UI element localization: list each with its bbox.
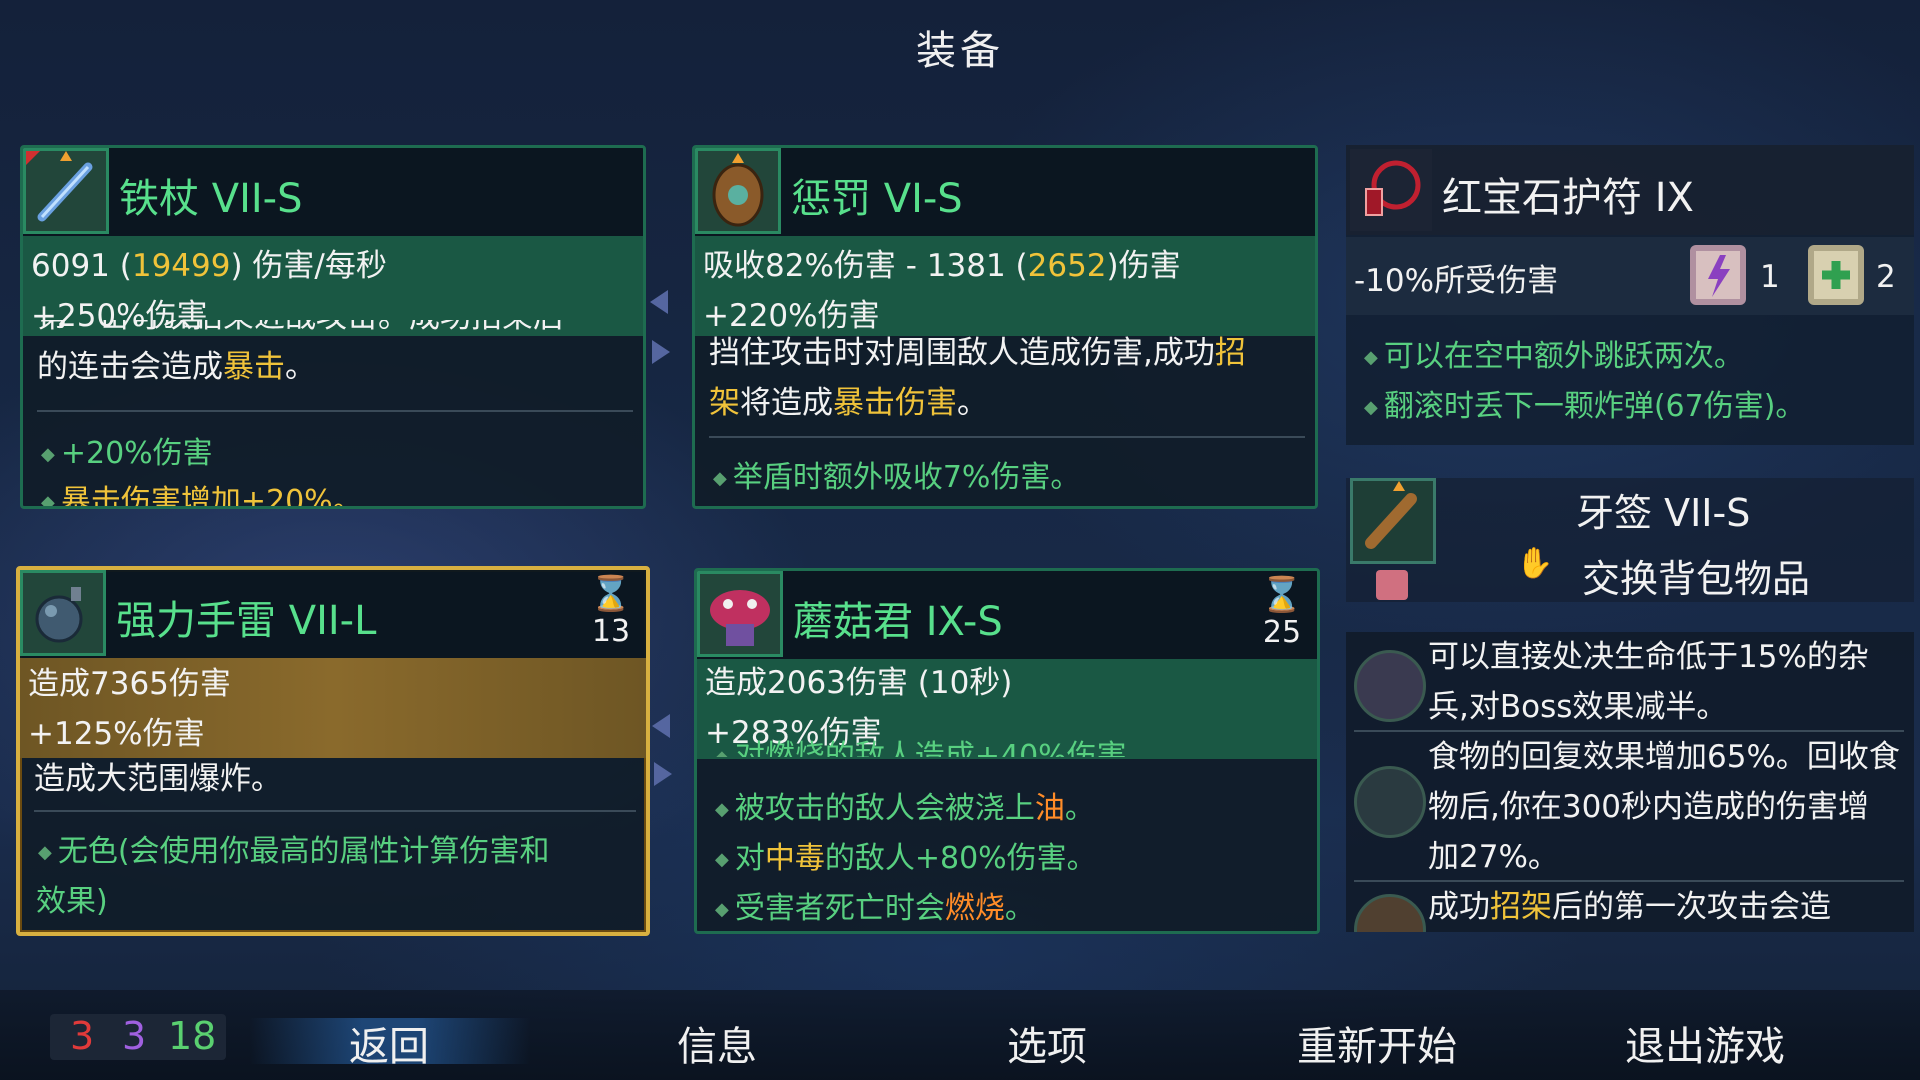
item-name: 蘑菇君 IX-S [793, 599, 1003, 645]
swap-right-icon[interactable] [654, 762, 672, 786]
affix: 暴击伤害增加+20%。 [41, 476, 363, 506]
swap-backpack-button[interactable]: 交换背包物品 [1582, 548, 1810, 603]
survival-count: 18 [168, 1014, 217, 1058]
ruby-amulet-icon [1350, 149, 1432, 231]
card-header [697, 571, 1317, 659]
hourglass-icon: ⌛ [589, 574, 633, 614]
swap-hand-icon: ✋ [1516, 546, 1554, 581]
affix: +20%伤害 [41, 428, 213, 472]
divider [709, 436, 1305, 438]
tactics-count: 3 [122, 1014, 147, 1058]
dps-line: 6091 (19499) 伤害/每秒 [31, 248, 387, 284]
tactics-scroll-icon [1690, 245, 1746, 305]
swap-left-icon[interactable] [652, 714, 670, 738]
description-cut: 第一击可以招架近战攻击。成功招架后 [37, 320, 633, 342]
skill-card-grenade[interactable]: 强力手雷 VII-L ⌛ 13 造成7365伤害 +125%伤害 造成大范围爆炸。… [16, 566, 650, 936]
item-description: 造成大范围爆炸。 [34, 761, 282, 797]
item-name: 铁杖 VII-S [119, 176, 303, 222]
mutation-text: 成功招架后的第一次攻击会造 [1428, 889, 1831, 925]
item-name: 惩罚 VI-S [791, 176, 963, 222]
affix: 对中毒的敌人+80%伤害。 [715, 833, 1097, 877]
affix: 翻滚时丢下一颗炸弹(67伤害)。 [1364, 381, 1806, 425]
backpack-icon [1376, 570, 1408, 600]
absorb-line: 吸收82%伤害 - 1381 (2652)伤害 [703, 248, 1181, 284]
item-name: 强力手雷 VII-L [116, 598, 377, 644]
skill-card-mushroom[interactable]: 蘑菇君 IX-S ⌛25 造成2063伤害 (10秒) +283%伤害 对燃烧的… [694, 568, 1320, 934]
mutation-text: 食物的回复效果增加65%。回收食物后,你在300秒内造成的伤害增加27%。 [1428, 739, 1900, 875]
scroll-stats: 3 3 18 [50, 1014, 226, 1060]
toothpick-icon [1350, 478, 1436, 564]
card-header [23, 148, 643, 236]
survival-scroll-icon [1808, 245, 1864, 305]
affix: 可以在空中额外跳跃两次。 [1364, 331, 1744, 375]
cooldown: ⌛ 13 [586, 574, 636, 649]
staff-icon [23, 148, 109, 234]
info-button[interactable]: 信息 [592, 1014, 842, 1072]
amulet-panel[interactable]: 红宝石护符 IX -10%所受伤害 1 2 可以在空中额外跳跃两次。 翻滚时丢下… [1346, 145, 1914, 445]
item-description: 挡住攻击时对周围敌人造成伤害,成功招 架将造成暴击伤害。 [709, 335, 1246, 421]
affix-cut: 对燃烧的敌人造成+40%伤害。 [715, 739, 1157, 757]
divider [37, 410, 633, 412]
mutations-panel: 可以直接处决生命低于15%的杂兵,对Boss效果减半。 食物的回复效果增加65%… [1346, 632, 1914, 932]
damage-line: 造成2063伤害 (10秒) [705, 665, 1013, 701]
affix: 举盾时额外吸收7%伤害。 [713, 452, 1081, 496]
mutation-text: 可以直接处决生命低于15%的杂兵,对Boss效果减半。 [1428, 639, 1869, 725]
execution-mutation-icon [1354, 650, 1426, 722]
weapon-card-iron-staff[interactable]: 铁杖 VII-S 6091 (19499) 伤害/每秒 +250%伤害 第一击可… [20, 145, 646, 509]
brutality-count: 3 [70, 1014, 95, 1058]
affix: 被攻击的敌人会被浇上油。 [715, 783, 1095, 827]
quit-game-button[interactable]: 退出游戏 [1580, 1014, 1830, 1072]
grenade-icon [20, 570, 106, 656]
page-title: 装备 [916, 28, 1004, 74]
back-button[interactable]: 返回 [264, 1014, 514, 1072]
backpack-item-name: 牙签 VII-S [1576, 491, 1751, 535]
weapon-card-punishment[interactable]: 惩罚 VI-S 吸收82%伤害 - 1381 (2652)伤害 +220%伤害 … [692, 145, 1318, 509]
item-description: 的连击会造成暴击。 [37, 349, 316, 385]
swap-left-icon[interactable] [650, 290, 668, 314]
hourglass-icon: ⌛ [1260, 575, 1304, 615]
scroll-count: 1 [1760, 259, 1780, 295]
food-mutation-icon [1354, 766, 1426, 838]
restart-button[interactable]: 重新开始 [1252, 1014, 1502, 1072]
mushroom-icon [697, 571, 783, 657]
parry-mutation-icon [1354, 894, 1426, 932]
cooldown: ⌛ 25 [1257, 575, 1307, 650]
affix: 无色(会使用你最高的属性计算伤害和 [38, 826, 550, 870]
swap-right-icon[interactable] [652, 340, 670, 364]
card-header [695, 148, 1315, 236]
damage-line: 造成7365伤害 [28, 666, 231, 702]
affix-continued: 效果) [36, 884, 108, 919]
amulet-name: 红宝石护符 IX [1442, 175, 1694, 221]
shield-icon [695, 148, 781, 234]
damage-bonus: +125%伤害 [28, 716, 205, 752]
options-button[interactable]: 选项 [922, 1014, 1172, 1072]
backpack-panel[interactable]: 牙签 VII-S ✋ 交换背包物品 [1346, 478, 1914, 602]
affix: 受害者死亡时会燃烧。 [715, 883, 1035, 927]
scroll-count: 2 [1876, 259, 1896, 295]
amulet-stat: -10%所受伤害 [1354, 263, 1559, 299]
divider [34, 810, 636, 812]
